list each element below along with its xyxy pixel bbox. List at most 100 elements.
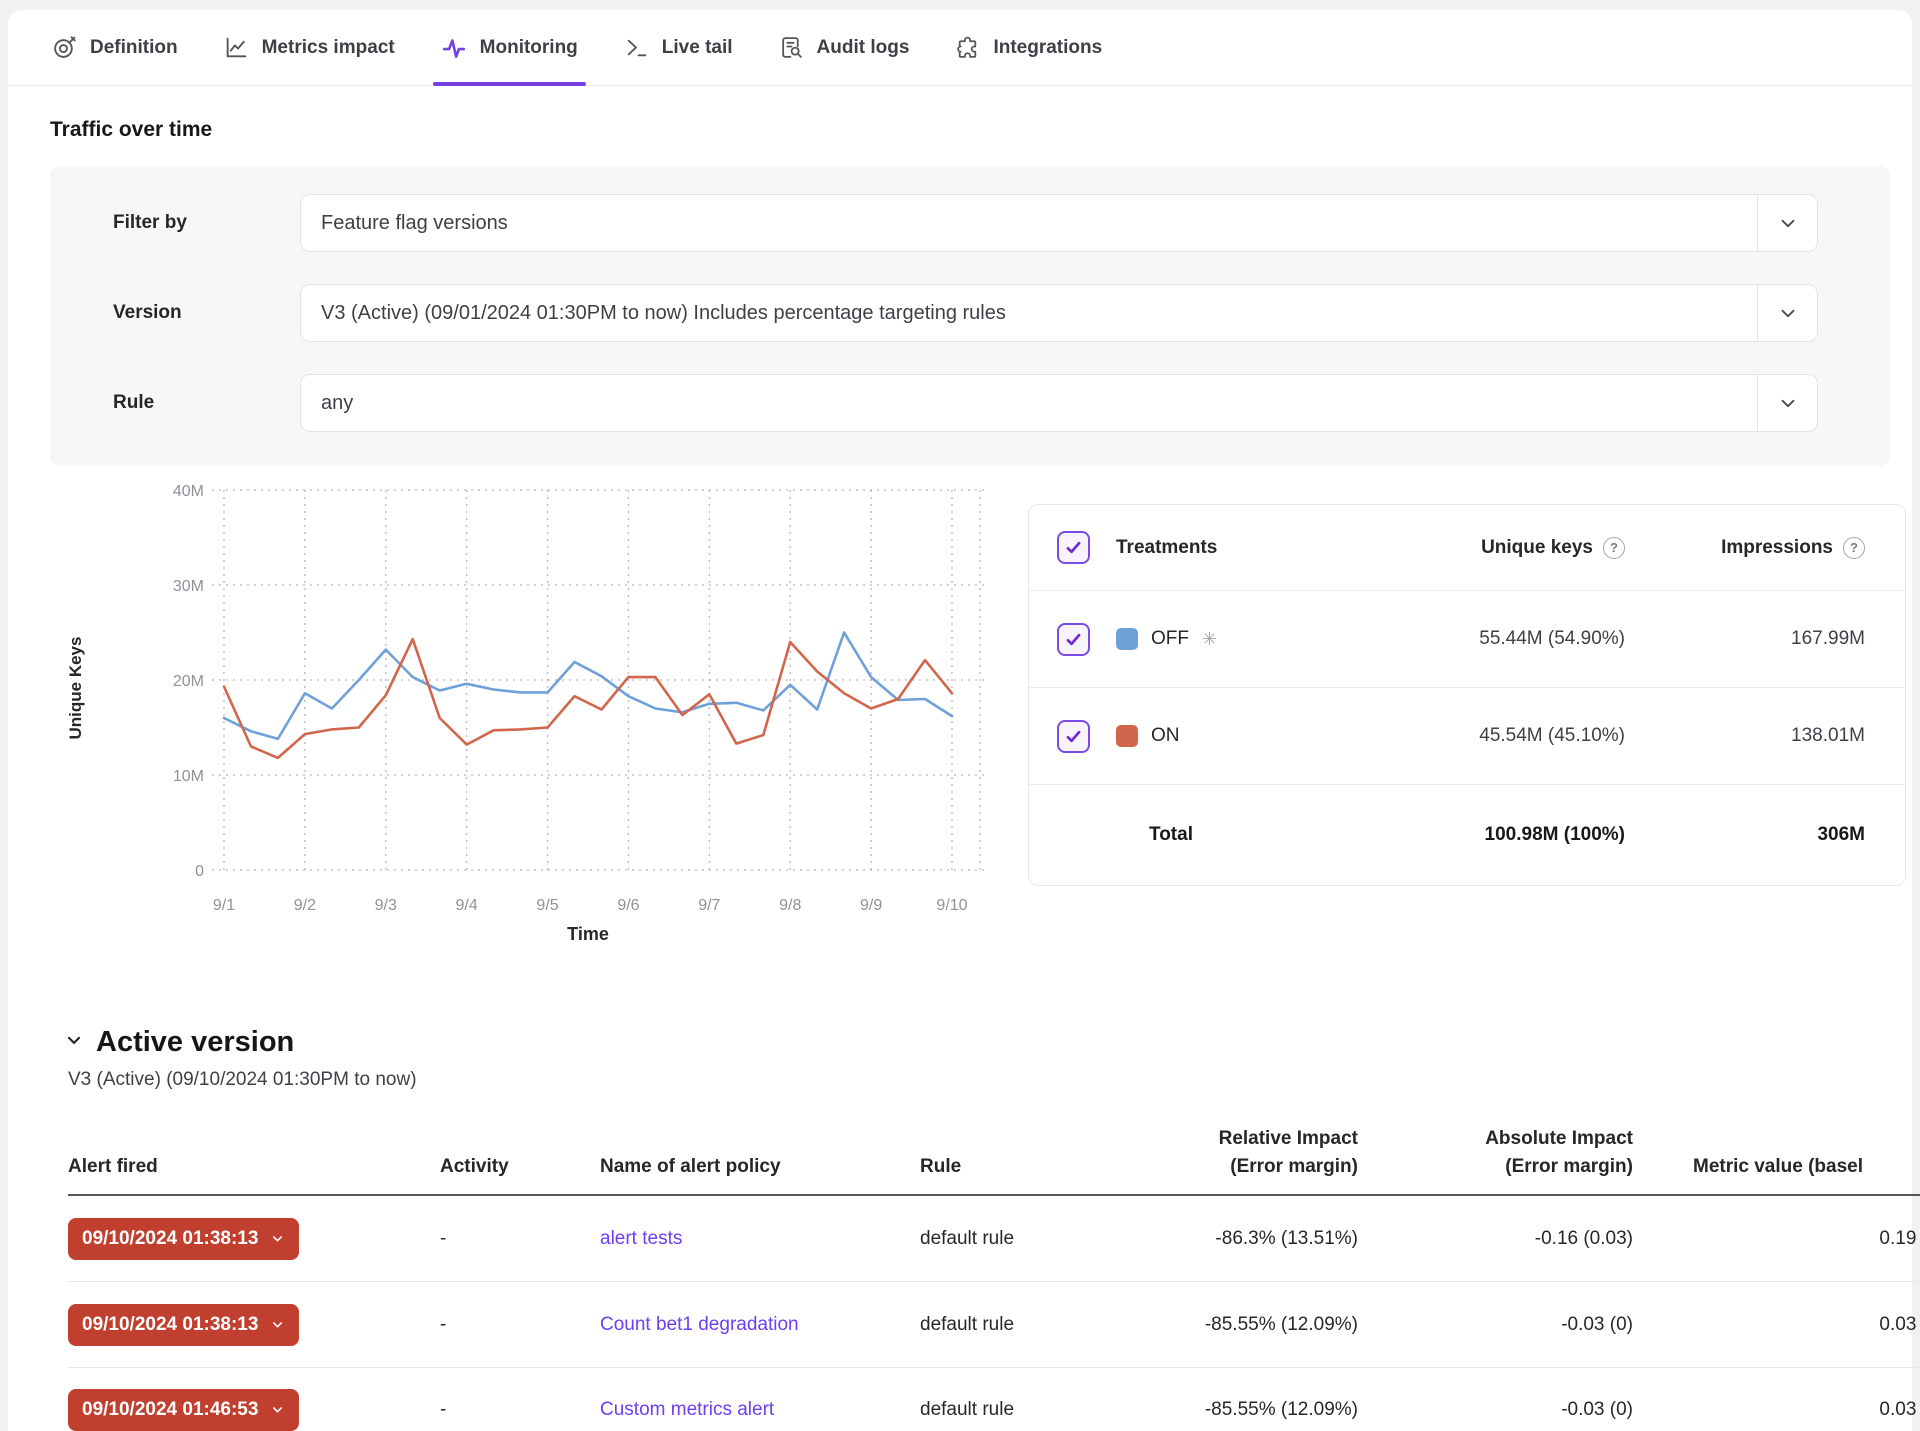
tab-label: Definition <box>90 37 178 59</box>
tab-label: Metrics impact <box>262 37 395 59</box>
col-relative-impact: Relative Impact (Error margin) <box>1120 1125 1358 1180</box>
treatment-name: ON <box>1151 725 1180 747</box>
tab-metrics-impact[interactable]: Metrics impact <box>224 10 395 85</box>
tab-definition[interactable]: Definition <box>52 10 178 85</box>
tab-label: Monitoring <box>480 37 578 59</box>
svg-text:9/7: 9/7 <box>698 897 720 914</box>
pulse-icon <box>441 35 467 61</box>
col-metric-value: Metric value (basel <box>1633 1153 1920 1181</box>
chevron-down-icon[interactable] <box>1757 375 1817 431</box>
alert-row: 09/10/2024 01:38:13 - Count bet1 degrada… <box>68 1282 1920 1368</box>
rule-select[interactable]: any <box>300 374 1818 432</box>
filter-by-select[interactable]: Feature flag versions <box>300 194 1818 252</box>
monitoring-page: Definition Metrics impact Monitoring <box>8 10 1912 1431</box>
version-select[interactable]: V3 (Active) (09/01/2024 01:30PM to now) … <box>300 284 1818 342</box>
activity-cell: - <box>440 1228 600 1250</box>
absolute-impact-cell: -0.03 (0) <box>1358 1399 1633 1421</box>
svg-text:9/8: 9/8 <box>779 897 801 914</box>
treatment-name: OFF <box>1151 628 1189 650</box>
filter-row-rule: Rule any <box>113 374 1818 432</box>
alerts-table: Alert fired Activity Name of alert polic… <box>68 1125 1920 1431</box>
relative-impact-cell: -85.55% (12.09%) <box>1120 1399 1358 1421</box>
alert-fired-badge[interactable]: 09/10/2024 01:38:13 <box>68 1218 299 1260</box>
filter-row-version: Version V3 (Active) (09/01/2024 01:30PM … <box>113 284 1818 342</box>
active-version-title: Active version <box>96 1026 294 1059</box>
chevron-down-icon[interactable] <box>1757 285 1817 341</box>
active-version-subtitle: V3 (Active) (09/10/2024 01:30PM to now) <box>68 1069 1912 1091</box>
impressions-header: Impressions ? <box>1625 537 1865 559</box>
treatment-row-on: ON 45.54M (45.10%) 138.01M <box>1029 688 1905 785</box>
unique-keys-header: Unique keys ? <box>1295 537 1625 559</box>
y-axis-label: Unique Keys <box>66 588 86 788</box>
alert-policy-link[interactable]: Count bet1 degradation <box>600 1314 799 1335</box>
relative-impact-cell: -85.55% (12.09%) <box>1120 1314 1358 1336</box>
metric-value-cell: 0.19 ( <box>1633 1228 1920 1250</box>
col-policy: Name of alert policy <box>600 1153 920 1181</box>
absolute-impact-cell: -0.03 (0) <box>1358 1314 1633 1336</box>
filter-by-value: Feature flag versions <box>321 212 508 235</box>
alert-fired-badge[interactable]: 09/10/2024 01:38:13 <box>68 1304 299 1346</box>
metric-value-cell: 0.03 ( <box>1633 1399 1920 1421</box>
tab-integrations[interactable]: Integrations <box>955 10 1102 85</box>
svg-text:9/9: 9/9 <box>860 897 882 914</box>
on-series-swatch <box>1116 725 1138 747</box>
metric-value-cell: 0.03 ( <box>1633 1314 1920 1336</box>
svg-text:9/4: 9/4 <box>456 897 478 914</box>
svg-text:9/2: 9/2 <box>294 897 316 914</box>
filter-row-filter-by: Filter by Feature flag versions <box>113 194 1818 252</box>
version-value: V3 (Active) (09/01/2024 01:30PM to now) … <box>321 302 1006 325</box>
svg-text:Time: Time <box>567 924 609 944</box>
active-version-header[interactable]: Active version <box>64 1026 1912 1059</box>
terminal-icon <box>624 35 649 60</box>
line-chart-icon <box>224 35 249 60</box>
svg-text:9/6: 9/6 <box>617 897 639 914</box>
tab-live-tail[interactable]: Live tail <box>624 10 733 85</box>
svg-text:9/5: 9/5 <box>536 897 558 914</box>
treatment-row-off: OFF ✳ 55.44M (54.90%) 167.99M <box>1029 591 1905 688</box>
total-label: Total <box>1149 824 1295 846</box>
activity-cell: - <box>440 1314 600 1336</box>
treatments-panel: Treatments Unique keys ? Impressions ? O… <box>1028 504 1906 886</box>
col-absolute-impact: Absolute Impact (Error margin) <box>1358 1125 1633 1180</box>
chevron-down-icon[interactable] <box>1757 195 1817 251</box>
treatments-select-all-checkbox[interactable] <box>1057 531 1090 564</box>
rule-label: Rule <box>113 392 300 414</box>
svg-text:0: 0 <box>195 863 204 880</box>
treatments-total-row: Total 100.98M (100%) 306M <box>1029 785 1905 885</box>
help-icon[interactable]: ? <box>1603 537 1625 559</box>
chevron-down-icon[interactable] <box>64 1030 84 1055</box>
tab-monitoring[interactable]: Monitoring <box>441 10 578 85</box>
col-activity: Activity <box>440 1153 600 1181</box>
on-unique-keys: 45.54M (45.10%) <box>1479 725 1625 747</box>
frozen-icon: ✳ <box>1202 629 1217 650</box>
help-icon[interactable]: ? <box>1843 537 1865 559</box>
page-title: Traffic over time <box>50 118 1912 142</box>
svg-text:10M: 10M <box>173 768 204 785</box>
svg-text:9/3: 9/3 <box>375 897 397 914</box>
col-rule: Rule <box>920 1153 1120 1181</box>
alert-fired-badge[interactable]: 09/10/2024 01:46:53 <box>68 1389 299 1431</box>
alert-policy-link[interactable]: Custom metrics alert <box>600 1399 774 1420</box>
on-impressions: 138.01M <box>1791 725 1865 747</box>
off-unique-keys: 55.44M (54.90%) <box>1479 628 1625 650</box>
alerts-table-header: Alert fired Activity Name of alert polic… <box>68 1125 1920 1196</box>
tab-audit-logs[interactable]: Audit logs <box>779 10 910 85</box>
target-icon <box>52 35 77 60</box>
treatment-on-checkbox[interactable] <box>1057 720 1090 753</box>
chevron-down-icon <box>270 1317 285 1332</box>
rule-cell: default rule <box>920 1228 1120 1250</box>
treatment-off-checkbox[interactable] <box>1057 623 1090 656</box>
traffic-section: Unique Keys 010M20M30M40M9/19/29/39/49/5… <box>8 480 1912 992</box>
rule-value: any <box>321 392 353 415</box>
filter-by-label: Filter by <box>113 212 300 234</box>
col-alert-fired: Alert fired <box>68 1153 440 1181</box>
svg-text:40M: 40M <box>173 483 204 500</box>
chevron-down-icon <box>270 1402 285 1417</box>
alert-policy-link[interactable]: alert tests <box>600 1228 682 1249</box>
svg-text:9/1: 9/1 <box>213 897 235 914</box>
treatments-header-row: Treatments Unique keys ? Impressions ? <box>1029 505 1905 591</box>
chevron-down-icon <box>270 1231 285 1246</box>
puzzle-icon <box>955 35 980 60</box>
version-label: Version <box>113 302 300 324</box>
total-unique-keys: 100.98M (100%) <box>1485 824 1625 846</box>
